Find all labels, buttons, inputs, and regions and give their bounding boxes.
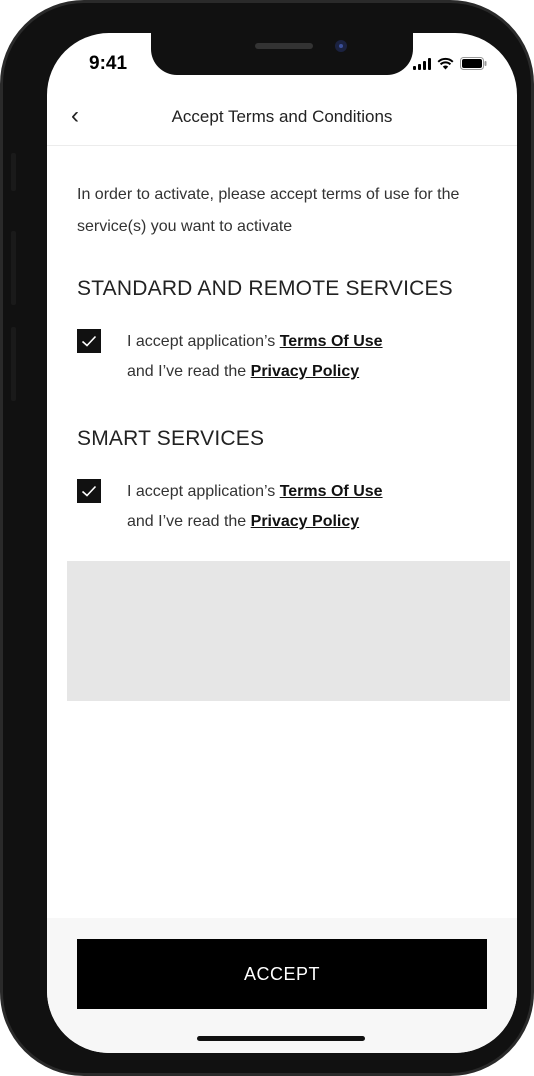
checkbox-smart[interactable] — [77, 479, 101, 503]
page-title: Accept Terms and Conditions — [171, 107, 393, 126]
volume-up-button — [11, 231, 16, 305]
battery-icon — [460, 57, 487, 70]
notch — [151, 33, 413, 75]
front-camera — [335, 40, 347, 52]
checkmark-icon — [81, 335, 97, 347]
terms-of-use-link-standard[interactable]: Terms Of Use — [280, 333, 383, 350]
status-icons — [413, 57, 487, 70]
section-title-standard: STANDARD AND REMOTE SERVICES — [77, 277, 453, 300]
terms-of-use-link-smart[interactable]: Terms Of Use — [280, 483, 383, 500]
terms-row-standard: I accept application’s Terms Of Use and … — [77, 327, 497, 389]
terms-text-standard: I accept application’s Terms Of Use and … — [127, 327, 383, 387]
terms-prefix: I accept application’s — [127, 333, 280, 350]
wifi-icon — [437, 57, 454, 70]
privacy-policy-link-standard[interactable]: Privacy Policy — [251, 363, 360, 380]
speaker — [255, 43, 313, 49]
checkmark-icon — [81, 485, 97, 497]
content-placeholder — [67, 561, 510, 701]
navigation-bar: ‹ Accept Terms and Conditions — [47, 93, 517, 146]
terms-prefix: I accept application’s — [127, 483, 280, 500]
mute-switch — [11, 153, 16, 191]
checkbox-standard[interactable] — [77, 329, 101, 353]
privacy-prefix: and I’ve read the — [127, 513, 251, 530]
privacy-prefix: and I’ve read the — [127, 363, 251, 380]
signal-icon — [413, 58, 431, 70]
volume-down-button — [11, 327, 16, 401]
home-indicator — [197, 1036, 365, 1041]
section-title-smart: SMART SERVICES — [77, 427, 265, 450]
privacy-policy-link-smart[interactable]: Privacy Policy — [251, 513, 360, 530]
terms-row-smart: I accept application’s Terms Of Use and … — [77, 477, 497, 539]
status-time: 9:41 — [89, 53, 128, 74]
terms-text-smart: I accept application’s Terms Of Use and … — [127, 477, 383, 537]
intro-text: In order to activate, please accept term… — [77, 186, 460, 235]
phone-frame: 9:41 ‹ Accept Terms and Conditions In or… — [0, 0, 534, 1076]
accept-button[interactable]: ACCEPT — [77, 939, 487, 1009]
screen: 9:41 ‹ Accept Terms and Conditions In or… — [47, 33, 517, 1053]
